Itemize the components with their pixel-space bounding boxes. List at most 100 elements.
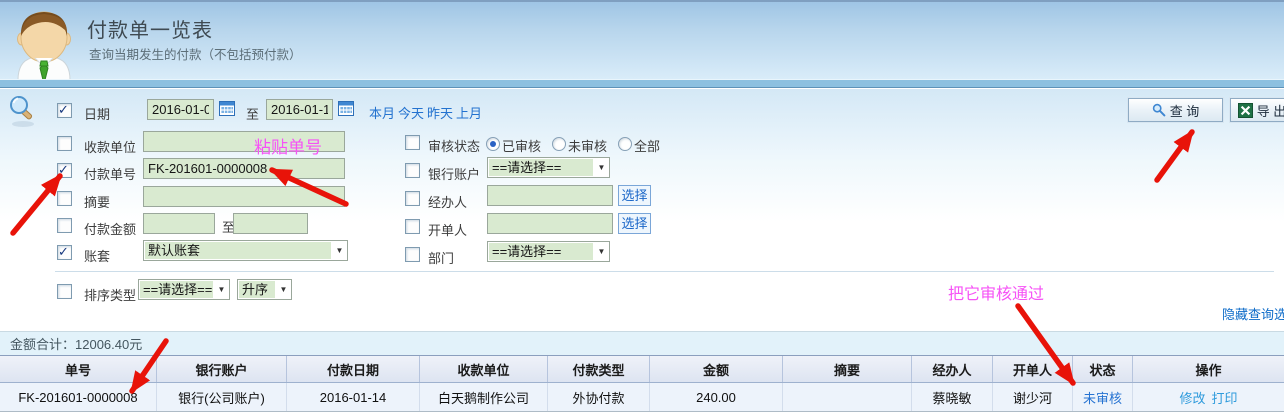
quick-link-yesterday[interactable]: 昨天 [427,103,453,122]
date-from-input[interactable] [147,99,214,120]
col-header-bank-account: 银行账户 [157,356,287,382]
radio-all[interactable] [618,137,632,151]
export-button[interactable]: 导 出 [1230,98,1284,122]
calendar-icon[interactable] [219,101,235,116]
payment-no-label: 付款单号 [84,164,136,183]
panel-divider [55,271,1274,272]
amount-label: 付款金额 [84,219,136,238]
cell-bank-account: 银行(公司账户) [157,383,287,411]
creator-label: 开单人 [428,220,467,239]
bank-account-dropdown[interactable]: ==请选择== [487,157,610,178]
date-to-separator: 至 [246,104,259,123]
handler-choose-button[interactable]: 选择 [618,185,651,206]
annotation-approve: 把它审核通过 [948,280,1044,304]
col-header-amount: 金额 [650,356,783,382]
query-button[interactable]: 查 询 [1128,98,1223,122]
radio-all-label: 全部 [634,136,660,155]
col-header-summary: 摘要 [783,356,912,382]
department-checkbox[interactable] [405,247,420,262]
summary-checkbox[interactable] [57,191,72,206]
hide-query-options-link[interactable]: 隐藏查询选项 [1222,304,1284,323]
handler-checkbox[interactable] [405,191,420,206]
cell-creator: 谢少河 [993,383,1073,411]
summary-bar: 金额合计：12006.40元 [0,331,1284,355]
quick-link-today[interactable]: 今天 [398,103,424,122]
print-link[interactable]: 打印 [1212,388,1238,407]
sort-checkbox[interactable] [57,284,72,299]
summary-input[interactable] [143,186,345,207]
department-dropdown[interactable]: ==请选择== [487,241,610,262]
page-subtitle: 查询当期发生的付款（不包括预付款） [89,44,302,63]
cell-handler: 蔡晓敏 [912,383,993,411]
col-header-operation: 操作 [1133,356,1284,382]
radio-audited-label: 已审核 [502,136,541,155]
sort-order-dropdown[interactable]: 升序 [237,279,292,300]
page-title: 付款单一览表 [87,14,213,43]
annotation-paste-no: 粘贴单号 [254,133,322,158]
bank-account-label: 银行账户 [428,164,480,183]
date-to-input[interactable] [266,99,333,120]
col-header-pay-date: 付款日期 [287,356,420,382]
account-set-dropdown[interactable]: 默认账套 [143,240,348,261]
radio-unaudited-label: 未审核 [568,136,607,155]
excel-icon [1238,103,1253,118]
amount-checkbox[interactable] [57,218,72,233]
header-divider-strip [0,79,1284,88]
department-label: 部门 [428,248,454,267]
audit-status-label: 审核状态 [428,136,480,155]
search-icon [8,94,38,128]
search-small-icon [1152,103,1166,117]
chevron-down-icon [594,158,609,177]
date-label: 日期 [84,104,110,123]
query-button-label: 查 询 [1170,101,1200,120]
col-header-no: 单号 [0,356,157,382]
quick-link-last-month[interactable]: 上月 [456,103,482,122]
export-button-label: 导 出 [1257,101,1284,120]
status-unaudited-link[interactable]: 未审核 [1083,388,1122,407]
summary-label: 摘要 [84,192,110,211]
sort-type-dropdown[interactable]: ==请选择== [138,279,230,300]
bank-account-checkbox[interactable] [405,163,420,178]
cell-no: FK-201601-0000008 [0,383,157,411]
page-header: 付款单一览表 查询当期发生的付款（不包括预付款） [0,0,1284,79]
radio-unaudited[interactable] [552,137,566,151]
date-checkbox[interactable] [57,103,72,118]
cell-status: 未审核 [1073,383,1133,411]
creator-input[interactable] [487,213,613,234]
user-avatar-icon [12,6,76,80]
table-header-row: 单号 银行账户 付款日期 收款单位 付款类型 金额 摘要 经办人 开单人 状态 … [0,355,1284,383]
col-header-handler: 经办人 [912,356,993,382]
radio-audited[interactable] [486,137,500,151]
payment-no-checkbox[interactable] [57,163,72,178]
edit-link[interactable]: 修改 [1179,388,1205,407]
chevron-down-icon [594,242,609,261]
payment-no-input[interactable] [143,158,345,179]
cell-operation: 修改 打印 [1133,383,1284,411]
account-set-checkbox[interactable] [57,245,72,260]
cell-pay-type: 外协付款 [548,383,650,411]
col-header-pay-type: 付款类型 [548,356,650,382]
table-row: FK-201601-0000008 银行(公司账户) 2016-01-14 白天… [0,383,1284,412]
payee-checkbox[interactable] [57,136,72,151]
audit-status-checkbox[interactable] [405,135,420,150]
handler-label: 经办人 [428,192,467,211]
handler-input[interactable] [487,185,613,206]
chevron-down-icon [214,280,229,299]
col-header-payee: 收款单位 [420,356,548,382]
amount-from-input[interactable] [143,213,215,234]
cell-summary [783,383,912,411]
creator-choose-button[interactable]: 选择 [618,213,651,234]
account-set-label: 账套 [84,246,110,265]
chevron-down-icon [276,280,291,299]
quick-link-this-month[interactable]: 本月 [369,103,395,122]
amount-to-input[interactable] [233,213,308,234]
cell-pay-date: 2016-01-14 [287,383,420,411]
cell-amount: 240.00 [650,383,783,411]
calendar-icon[interactable] [338,101,354,116]
amount-total-label: 金额合计：12006.40元 [10,334,142,353]
col-header-creator: 开单人 [993,356,1073,382]
col-header-status: 状态 [1073,356,1133,382]
chevron-down-icon [332,241,347,260]
creator-checkbox[interactable] [405,219,420,234]
cell-payee: 白天鹅制作公司 [420,383,548,411]
